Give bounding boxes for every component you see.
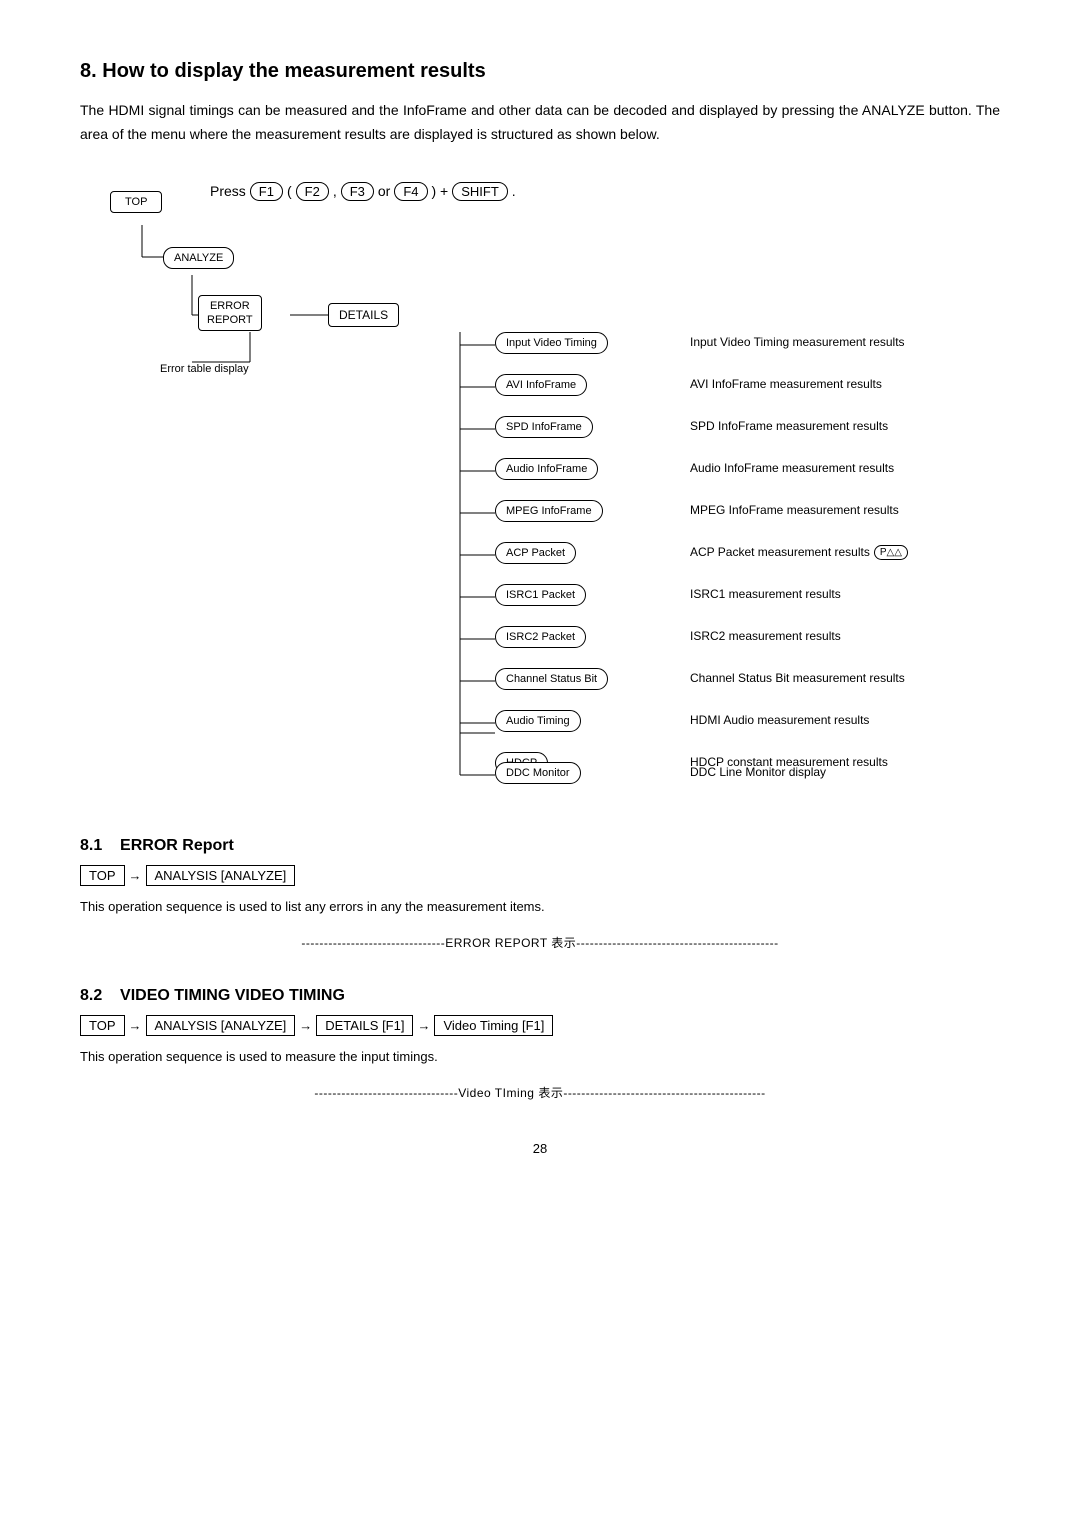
bc-analysis-analyze: ANALYSIS [ANALYZE] bbox=[146, 865, 296, 886]
desc-isrc1-packet: ISRC1 measurement results bbox=[690, 587, 841, 601]
bc-arrow-2b: → bbox=[299, 1018, 312, 1033]
desc-audio-infoframe: Audio InfoFrame measurement results bbox=[690, 461, 894, 475]
section-8-2-number: 8.2 bbox=[80, 987, 102, 1004]
item-avi-infoframe: AVI InfoFrame bbox=[495, 374, 587, 396]
section-heading: 8. How to display the measurement result… bbox=[80, 60, 1000, 83]
bc-analysis-analyze-2: ANALYSIS [ANALYZE] bbox=[146, 1015, 296, 1036]
item-isrc1-packet: ISRC1 Packet bbox=[495, 584, 586, 606]
item-acp-packet: ACP Packet bbox=[495, 542, 576, 564]
item-spd-infoframe: SPD InfoFrame bbox=[495, 416, 593, 438]
desc-audio-timing: HDMI Audio measurement results bbox=[690, 713, 869, 727]
desc-isrc2-packet: ISRC2 measurement results bbox=[690, 629, 841, 643]
section-8-2-title: 8.2 VIDEO TIMING VIDEO TIMING bbox=[80, 987, 1000, 1005]
section-8-2-label: VIDEO TIMING VIDEO TIMING bbox=[120, 987, 345, 1004]
section-title: How to display the measurement results bbox=[102, 60, 485, 82]
bc-details-f1: DETAILS [F1] bbox=[316, 1015, 413, 1036]
error-table-label: Error table display bbox=[160, 363, 249, 375]
separator-8-1: --------------------------------ERROR RE… bbox=[80, 934, 1000, 951]
desc-ddc-monitor: DDC Line Monitor display bbox=[690, 765, 826, 779]
error-report-box: ERRORREPORT bbox=[198, 295, 262, 332]
key-f2: F2 bbox=[296, 182, 329, 201]
bc-top: TOP bbox=[80, 865, 125, 886]
section-8-1-title: 8.1 ERROR Report bbox=[80, 837, 1000, 855]
item-audio-timing: Audio Timing bbox=[495, 710, 581, 732]
item-ddc-monitor: DDC Monitor bbox=[495, 762, 581, 784]
item-audio-infoframe: Audio InfoFrame bbox=[495, 458, 598, 480]
key-f1: F1 bbox=[250, 182, 283, 201]
bc-arrow-2a: → bbox=[129, 1018, 142, 1033]
desc-acp-packet: ACP Packet measurement results P△△ bbox=[690, 545, 908, 560]
breadcrumb-8-2: TOP → ANALYSIS [ANALYZE] → DETAILS [F1] … bbox=[80, 1015, 1000, 1036]
desc-spd-infoframe: SPD InfoFrame measurement results bbox=[690, 419, 888, 433]
analyze-box: ANALYZE bbox=[163, 247, 234, 269]
desc-avi-infoframe: AVI InfoFrame measurement results bbox=[690, 377, 882, 391]
section-8-2: 8.2 VIDEO TIMING VIDEO TIMING TOP → ANAL… bbox=[80, 987, 1000, 1101]
page-number: 28 bbox=[80, 1141, 1000, 1156]
diagram-lines bbox=[80, 177, 1000, 797]
bc-arrow-1: → bbox=[129, 868, 142, 883]
key-shift: SHIFT bbox=[452, 182, 508, 201]
intro-paragraph: The HDMI signal timings can be measured … bbox=[80, 99, 1000, 147]
bc-top-2: TOP bbox=[80, 1015, 125, 1036]
section-8-1-number: 8.1 bbox=[80, 837, 102, 854]
key-f3: F3 bbox=[341, 182, 374, 201]
operation-text-8-2: This operation sequence is used to measu… bbox=[80, 1046, 1000, 1068]
section-number: 8. bbox=[80, 60, 97, 82]
desc-input-video-timing: Input Video Timing measurement results bbox=[690, 335, 905, 349]
bc-video-timing-f1: Video Timing [F1] bbox=[434, 1015, 553, 1036]
operation-text-8-1: This operation sequence is used to list … bbox=[80, 896, 1000, 918]
desc-channel-status-bit: Channel Status Bit measurement results bbox=[690, 671, 905, 685]
details-box: DETAILS bbox=[328, 303, 399, 327]
top-box: TOP bbox=[110, 191, 162, 213]
item-mpeg-infoframe: MPEG InfoFrame bbox=[495, 500, 603, 522]
item-isrc2-packet: ISRC2 Packet bbox=[495, 626, 586, 648]
key-f4: F4 bbox=[394, 182, 427, 201]
section-8-1: 8.1 ERROR Report TOP → ANALYSIS [ANALYZE… bbox=[80, 837, 1000, 951]
section-8-1-label: ERROR Report bbox=[120, 837, 234, 854]
item-input-video-timing: Input Video Timing bbox=[495, 332, 608, 354]
bc-arrow-2c: → bbox=[417, 1018, 430, 1033]
press-instruction: Press F1 ( F2 , F3 or F4 ) + SHIFT . bbox=[210, 182, 516, 201]
menu-structure-diagram: TOP Press F1 ( F2 , F3 or F4 ) + SHIFT .… bbox=[80, 177, 1000, 797]
press-label: Press bbox=[210, 183, 246, 199]
item-channel-status-bit: Channel Status Bit bbox=[495, 668, 608, 690]
breadcrumb-8-1: TOP → ANALYSIS [ANALYZE] bbox=[80, 865, 1000, 886]
separator-8-2: --------------------------------Video TI… bbox=[80, 1084, 1000, 1101]
desc-mpeg-infoframe: MPEG InfoFrame measurement results bbox=[690, 503, 899, 517]
